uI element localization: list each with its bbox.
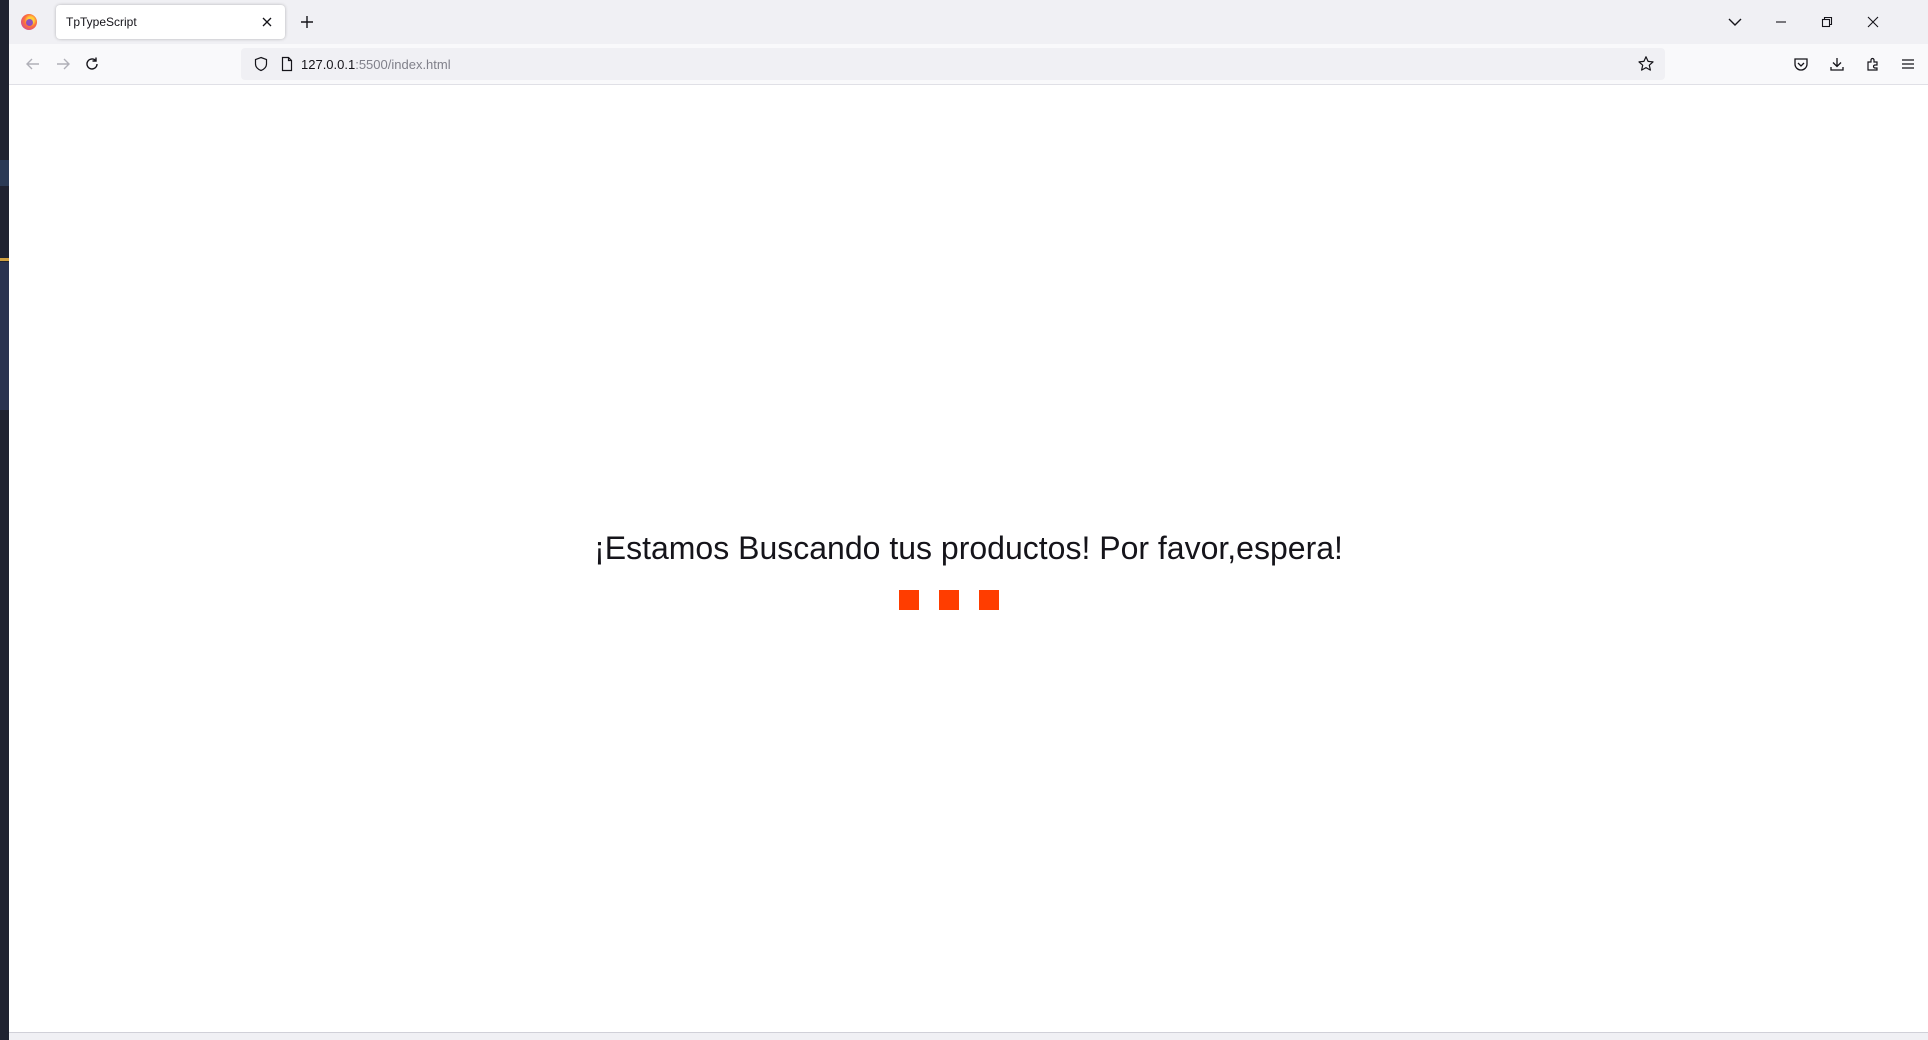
tab-title: TpTypeScript <box>66 15 137 29</box>
restore-icon <box>1821 16 1833 28</box>
arrow-left-icon <box>26 58 39 70</box>
tab-tptypescript[interactable]: TpTypeScript <box>56 5 285 39</box>
background-window-edge <box>0 0 9 1040</box>
chevron-down-icon <box>1728 18 1742 26</box>
star-icon[interactable] <box>1637 55 1655 73</box>
downloads-button[interactable] <box>1823 50 1851 78</box>
close-window-button[interactable] <box>1850 0 1896 44</box>
firefox-logo-icon[interactable] <box>21 14 37 30</box>
screen: TpTypeScript 127.0.0.1:5500/index.html ¡… <box>0 0 1928 1040</box>
loading-message: ¡Estamos Buscando tus productos! Por fav… <box>594 530 1343 566</box>
navigation-toolbar: 127.0.0.1:5500/index.html <box>9 44 1928 85</box>
browser-window: TpTypeScript 127.0.0.1:5500/index.html ¡… <box>9 0 1928 1032</box>
url-path: :5500/index.html <box>355 57 451 72</box>
background-window-detail <box>0 258 9 261</box>
new-tab-button[interactable] <box>295 10 319 34</box>
address-bar[interactable]: 127.0.0.1:5500/index.html <box>241 48 1665 80</box>
puzzle-icon <box>1867 57 1878 71</box>
plus-icon <box>301 16 313 28</box>
loader-square <box>939 590 959 610</box>
hamburger-menu-icon <box>1902 59 1914 69</box>
background-window-detail <box>0 262 9 410</box>
close-icon <box>1867 16 1879 28</box>
background-window-detail <box>0 160 9 186</box>
list-all-tabs-button[interactable] <box>1723 10 1747 34</box>
loader-square <box>979 590 999 610</box>
shield-icon[interactable] <box>253 56 269 72</box>
restore-button[interactable] <box>1804 0 1850 44</box>
pocket-icon <box>1794 58 1808 71</box>
url-host: 127.0.0.1 <box>301 57 356 72</box>
download-icon <box>1830 58 1844 71</box>
page-content: ¡Estamos Buscando tus productos! Por fav… <box>9 85 1928 1032</box>
loader-square <box>899 590 919 610</box>
pocket-button[interactable] <box>1787 50 1815 78</box>
minimize-button[interactable] <box>1758 0 1804 44</box>
tab-strip: TpTypeScript <box>9 0 1928 44</box>
window-bottom-edge <box>9 1032 1928 1040</box>
close-icon[interactable] <box>257 12 277 32</box>
extensions-button[interactable] <box>1859 50 1887 78</box>
back-button[interactable] <box>19 50 47 78</box>
reload-icon <box>86 57 98 70</box>
app-menu-button[interactable] <box>1894 50 1922 78</box>
minimize-icon <box>1776 21 1786 23</box>
arrow-right-icon <box>57 58 70 70</box>
forward-button[interactable] <box>49 50 77 78</box>
reload-button[interactable] <box>78 50 106 78</box>
page-icon[interactable] <box>279 56 295 72</box>
url-text[interactable]: 127.0.0.1:5500/index.html <box>301 57 451 72</box>
